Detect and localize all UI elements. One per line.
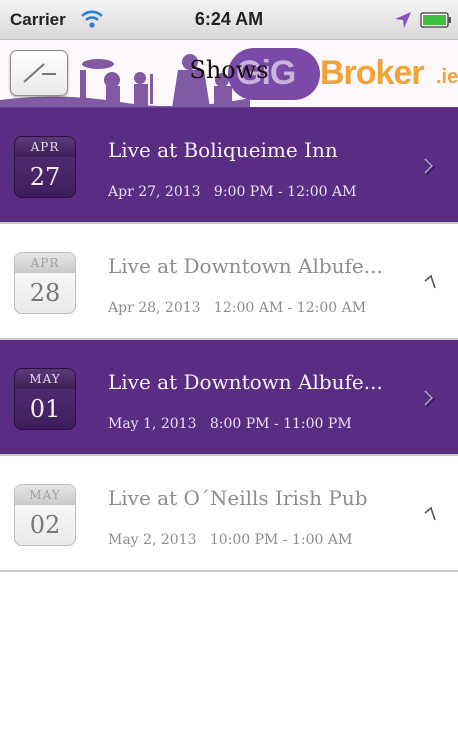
show-row[interactable]: MAY 02 Live at O´Neills Irish Pub May 2,… [0,456,458,572]
show-row[interactable]: MAY 01 Live at Downtown Albufe... May 1,… [0,340,458,456]
show-datetime: May 1, 2013 8:00 PM - 11:00 PM [108,416,352,432]
calendar-month: APR [15,137,75,157]
location-arrow-icon [395,12,411,28]
show-title: Live at Downtown Albufe... [108,254,383,278]
battery-icon [420,12,451,28]
show-title: Live at Downtown Albufe... [108,370,383,394]
show-datetime: May 2, 2013 10:00 PM - 1:00 AM [108,532,353,548]
shows-list: APR 27 Live at Boliqueime Inn Apr 27, 20… [0,108,458,572]
calendar-month: MAY [15,485,75,505]
show-row[interactable]: APR 27 Live at Boliqueime Inn Apr 27, 20… [0,108,458,224]
show-row[interactable]: APR 28 Live at Downtown Albufe... Apr 28… [0,224,458,340]
calendar-icon: MAY 01 [14,368,76,430]
calendar-month: APR [15,253,75,273]
show-datetime: Apr 27, 2013 9:00 PM - 12:00 AM [108,184,357,200]
page-title: Shows [189,56,269,84]
chevron-right-icon [424,158,436,176]
calendar-day: 28 [29,279,61,307]
status-bar: Carrier 6:24 AM [0,0,458,40]
calendar-day: 01 [29,395,61,423]
calendar-day: 27 [29,163,61,191]
chevron-right-icon [424,390,436,408]
clock: 6:24 AM [194,9,264,29]
calendar-icon: APR 28 [14,252,76,314]
show-title: Live at O´Neills Irish Pub [108,486,368,510]
show-title: Live at Boliqueime Inn [108,138,338,162]
chevron-right-icon [424,506,436,521]
chevron-right-icon [424,274,436,289]
show-datetime: Apr 28, 2013 12:00 AM - 12:00 AM [108,300,367,316]
nav-bar: GiG Broker .ie Shows [0,40,458,108]
calendar-icon: APR 27 [14,136,76,198]
calendar-icon: MAY 02 [14,484,76,546]
calendar-day: 02 [29,511,61,539]
calendar-month: MAY [15,369,75,389]
